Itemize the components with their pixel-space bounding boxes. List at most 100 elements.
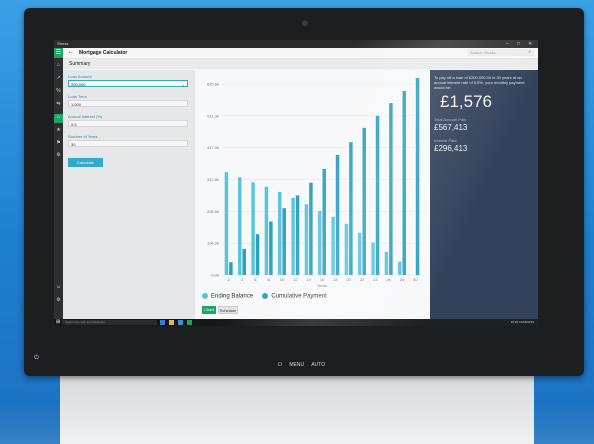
years-label: Number of Years xyxy=(68,134,98,139)
bar-ending-balance xyxy=(224,172,229,275)
nav-mortgage-icon[interactable]: ⌂ xyxy=(54,114,63,123)
minimize-icon[interactable]: – xyxy=(506,40,509,48)
interest-value: 5.5 xyxy=(71,122,77,127)
result-panel: To pay off a loan of £200,000.00 in 30 y… xyxy=(430,70,538,319)
nav-star-icon[interactable]: ★ xyxy=(54,127,63,133)
search-input[interactable]: Search Stocks ⌕ xyxy=(467,49,534,56)
x-axis-label: Years xyxy=(317,283,327,288)
bezel-power-icon[interactable]: ⏻ xyxy=(278,362,282,368)
chart-svg: 0.00 104.2k 208.5k 312.8k 417.0k 511.3k 625.6k… xyxy=(207,77,422,288)
taskbar-search-text: Search the web and Windows xyxy=(65,320,105,324)
bar-cumulative-payment xyxy=(282,208,286,275)
bar-cumulative-payment xyxy=(415,77,420,276)
bezel-auto[interactable]: AUTO xyxy=(311,362,325,368)
bar-ending-balance xyxy=(264,186,269,275)
y-tick-label: 312.8k xyxy=(207,177,219,182)
taskbar-search-input[interactable]: Search the web and Windows xyxy=(62,320,157,325)
window-title: Stress xyxy=(57,41,69,46)
bar-cumulative-payment xyxy=(362,127,366,276)
bar-ending-balance xyxy=(384,251,389,275)
nav-settings-bottom-icon[interactable]: ⚙ xyxy=(54,297,63,303)
bar-cumulative-payment xyxy=(229,262,233,275)
loan-amount-label: Loan Amount xyxy=(68,74,92,79)
chart-panel: 0.00 104.2k 208.5k 312.8k 417.0k 511.3k 625.6k… xyxy=(196,70,430,319)
taskbar: ⊞ Search the web and Windows 15:45 16/06… xyxy=(54,319,538,326)
bar-ending-balance xyxy=(318,211,322,275)
windows-start-icon[interactable]: ⊞ xyxy=(56,319,60,326)
search-icon[interactable]: ⌕ xyxy=(528,49,531,56)
loan-term-value: 1.000 xyxy=(71,102,82,107)
input-panel: Loan Amount 200,000 ⌄ Loan Term 1.000 An… xyxy=(63,70,195,319)
x-tick-label: 30 xyxy=(413,277,418,282)
nav-trend-icon[interactable]: ↗ xyxy=(54,75,63,81)
x-tick-label: 4 xyxy=(241,277,244,282)
x-tick-label: 20 xyxy=(346,277,351,282)
interest-field[interactable]: 5.5 xyxy=(68,120,188,127)
interest-paid-label: Interest Paid xyxy=(434,138,457,143)
bar-cumulative-payment xyxy=(309,182,313,275)
hamburger-menu-icon[interactable]: ☰ xyxy=(54,48,63,58)
y-tick-label: 625.6k xyxy=(207,82,219,87)
loan-amount-field[interactable]: 200,000 ⌄ xyxy=(68,80,188,87)
y-tick-label: 511.3k xyxy=(207,113,219,118)
x-tick-label: 26 xyxy=(386,277,391,282)
interest-paid-value: £296,413 xyxy=(434,144,468,153)
bar-cumulative-payment xyxy=(402,91,406,276)
x-tick-label: 28 xyxy=(400,277,405,282)
x-tick-label: 16 xyxy=(320,277,325,282)
schedule-tab-button[interactable]: Schedule xyxy=(218,306,238,314)
bar-ending-balance xyxy=(278,191,282,275)
app-taskbar-icon[interactable] xyxy=(187,320,192,325)
file-explorer-icon[interactable] xyxy=(169,320,174,325)
years-field[interactable]: 30 xyxy=(68,140,188,147)
back-arrow-icon[interactable]: ← xyxy=(68,49,74,55)
power-icon[interactable]: ⏻ xyxy=(34,355,39,362)
close-icon[interactable]: ✕ xyxy=(528,40,532,48)
maximize-icon[interactable]: □ xyxy=(517,40,520,48)
store-icon[interactable] xyxy=(178,320,183,325)
chevron-down-icon[interactable]: ⌄ xyxy=(182,81,185,88)
bar-cumulative-payment xyxy=(295,195,300,275)
x-tick-label: 8 xyxy=(268,277,271,282)
search-placeholder: Search Stocks xyxy=(470,50,496,55)
stand-shadow xyxy=(0,404,594,444)
y-tick-label: 208.5k xyxy=(207,209,219,214)
nav-settings-icon[interactable]: ⚙ xyxy=(54,152,63,158)
y-tick-label: 104.2k xyxy=(207,241,219,246)
nav-account-icon[interactable]: ☺ xyxy=(54,284,63,290)
x-tick-label: 18 xyxy=(333,277,338,282)
bar-ending-balance xyxy=(331,216,335,275)
nav-exchange-icon[interactable]: ⇆ xyxy=(54,101,63,107)
calculate-button[interactable]: Calculate xyxy=(68,158,103,167)
page-title: Mortgage Calculator xyxy=(79,50,128,56)
chart-tab-button[interactable]: Chart xyxy=(202,306,216,314)
bar-ending-balance xyxy=(304,204,309,275)
loan-term-field[interactable]: 1.000 xyxy=(68,100,188,107)
clock-time: 15:45 xyxy=(510,320,519,324)
nav-rail: ☰ ⌂ ↗ % ⇆ ⌂ ★ ⚑ ⚙ ☺ ⚙ xyxy=(54,48,63,319)
edge-browser-icon[interactable] xyxy=(160,320,165,325)
nav-flag-icon[interactable]: ⚑ xyxy=(54,140,63,146)
bar-ending-balance xyxy=(291,197,295,275)
loan-amount-value: 200,000 xyxy=(71,82,86,87)
x-tick-label: 14 xyxy=(306,277,311,282)
bar-cumulative-payment xyxy=(269,221,273,275)
x-tick-label: 6 xyxy=(254,277,257,282)
bar-cumulative-payment xyxy=(375,115,380,275)
bar-ending-balance xyxy=(358,232,362,275)
bar-cumulative-payment xyxy=(389,103,393,275)
app-header: ← Mortgage Calculator Search Stocks ⌕ xyxy=(63,48,538,59)
bezel-buttons: ⏻ MENU AUTO xyxy=(278,362,331,368)
camera-icon xyxy=(302,20,308,26)
bezel-menu[interactable]: MENU xyxy=(289,362,304,368)
bar-cumulative-payment xyxy=(349,142,353,275)
total-paid-value: £567,413 xyxy=(434,123,468,132)
bar-ending-balance xyxy=(238,177,242,275)
system-tray: 15:45 16/06/2015 xyxy=(511,319,534,326)
nav-percent-icon[interactable]: % xyxy=(54,88,63,94)
x-tick-label: 2 xyxy=(228,277,231,282)
total-paid-label: Total Amount Paid xyxy=(434,117,467,122)
monthly-payment: £1,576 xyxy=(440,92,492,111)
nav-home-icon[interactable]: ⌂ xyxy=(54,62,63,68)
legend-cumulative-payment: Cumulative Payment xyxy=(271,293,327,300)
